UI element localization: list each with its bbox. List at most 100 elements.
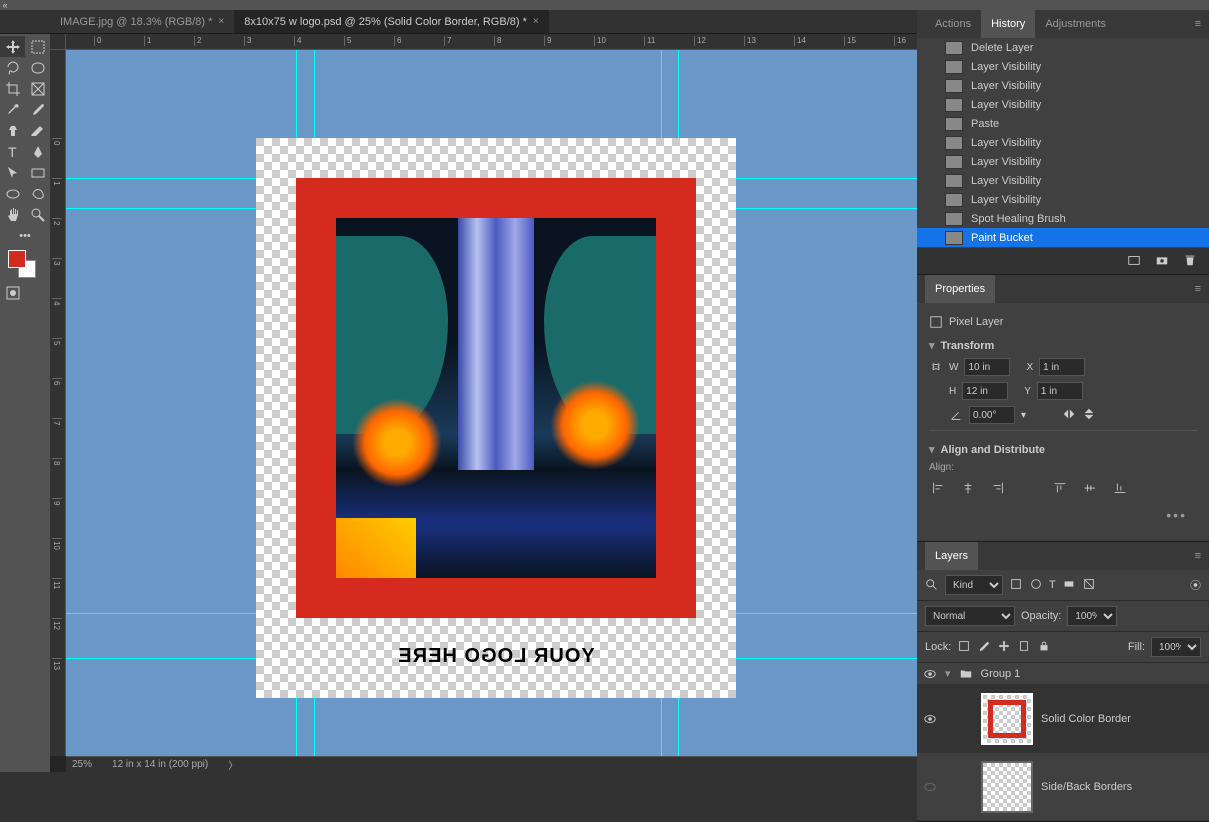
move-tool[interactable] — [0, 36, 25, 57]
filter-pixel-icon[interactable] — [1009, 577, 1023, 594]
pasteboard[interactable]: YOUR LOGO HERE — [66, 50, 917, 756]
eraser-tool[interactable] — [25, 120, 50, 141]
filter-type-icon[interactable]: T — [1049, 579, 1056, 591]
close-icon[interactable]: × — [218, 16, 224, 27]
visibility-icon[interactable] — [923, 780, 937, 794]
flip-vertical-icon[interactable] — [1082, 407, 1096, 424]
chevron-down-icon[interactable] — [929, 339, 935, 352]
frame-tool[interactable] — [25, 78, 50, 99]
edit-toolbar[interactable]: ••• — [0, 225, 50, 246]
vertical-ruler[interactable]: 01 23 45 67 89 1011 1213 — [50, 50, 66, 756]
filter-adjust-icon[interactable] — [1029, 577, 1043, 594]
close-icon[interactable]: × — [533, 16, 539, 27]
tab-layers[interactable]: Layers — [925, 542, 978, 570]
filter-kind-select[interactable]: Kind — [945, 575, 1003, 595]
history-item[interactable]: Spot Healing Brush — [917, 209, 1209, 228]
clone-tool[interactable] — [0, 120, 25, 141]
layer-group[interactable]: Group 1 — [917, 663, 1209, 685]
y-input[interactable] — [1037, 382, 1083, 400]
layer-thumbnail[interactable] — [981, 761, 1033, 813]
history-item[interactable]: Layer Visibility — [917, 190, 1209, 209]
pen-tool[interactable] — [25, 141, 50, 162]
history-item[interactable]: Layer Visibility — [917, 152, 1209, 171]
history-item[interactable]: Paste — [917, 114, 1209, 133]
align-center-v-icon[interactable] — [1081, 479, 1099, 497]
document-info[interactable]: 12 in x 14 in (200 ppi) — [112, 759, 208, 770]
quick-mask-tool[interactable] — [0, 282, 25, 303]
panel-menu-icon[interactable]: ≡ — [1187, 550, 1209, 562]
tab-actions[interactable]: Actions — [925, 10, 981, 38]
layer-row[interactable]: Side/Back Borders — [917, 753, 1209, 821]
tab-image-jpg[interactable]: IMAGE.jpg @ 18.3% (RGB/8) * × — [50, 10, 234, 33]
link-icon[interactable] — [929, 360, 943, 374]
more-options-icon[interactable]: ••• — [929, 503, 1197, 527]
panel-menu-icon[interactable]: ≡ — [1187, 18, 1209, 30]
hand-tool[interactable] — [0, 204, 25, 225]
visibility-icon[interactable] — [923, 667, 937, 681]
align-right-icon[interactable] — [989, 479, 1007, 497]
foreground-color[interactable] — [8, 250, 26, 268]
height-input[interactable] — [962, 382, 1008, 400]
marquee-tool[interactable] — [25, 36, 50, 57]
lock-artboard-icon[interactable] — [1017, 639, 1031, 656]
eyedropper-tool[interactable] — [0, 99, 25, 120]
history-item-current[interactable]: Paint Bucket — [917, 228, 1209, 247]
history-item[interactable]: Layer Visibility — [917, 57, 1209, 76]
camera-icon[interactable] — [1155, 253, 1169, 270]
x-input[interactable] — [1039, 358, 1085, 376]
zoom-tool[interactable] — [25, 204, 50, 225]
tab-adjustments[interactable]: Adjustments — [1035, 10, 1116, 38]
lock-image-icon[interactable] — [977, 639, 991, 656]
angle-input[interactable] — [969, 406, 1015, 424]
align-left-icon[interactable] — [929, 479, 947, 497]
align-center-h-icon[interactable] — [959, 479, 977, 497]
chevron-down-icon[interactable] — [945, 667, 951, 680]
layer-row[interactable]: Solid Color Border — [917, 685, 1209, 753]
rectangle-tool[interactable] — [25, 162, 50, 183]
flip-horizontal-icon[interactable] — [1062, 407, 1076, 424]
visibility-icon[interactable] — [923, 712, 937, 726]
align-top-icon[interactable] — [1051, 479, 1069, 497]
history-item[interactable]: Layer Visibility — [917, 171, 1209, 190]
info-chevron-icon[interactable]: 〉 — [228, 757, 238, 772]
tab-properties[interactable]: Properties — [925, 275, 995, 303]
search-icon[interactable] — [925, 578, 939, 592]
ruler-origin[interactable] — [50, 34, 66, 50]
align-bottom-icon[interactable] — [1111, 479, 1129, 497]
custom-shape-tool[interactable] — [25, 183, 50, 204]
tab-logo-psd[interactable]: 8x10x75 w logo.psd @ 25% (Solid Color Bo… — [234, 10, 548, 33]
tab-history[interactable]: History — [981, 10, 1035, 38]
width-input[interactable] — [964, 358, 1010, 376]
filter-smart-icon[interactable] — [1082, 577, 1096, 594]
lock-all-icon[interactable] — [1037, 639, 1051, 656]
panel-menu-icon[interactable]: ≡ — [1187, 283, 1209, 295]
blend-mode-select[interactable]: Normal — [925, 606, 1015, 626]
color-swatches[interactable] — [0, 246, 50, 282]
brush-tool[interactable] — [25, 99, 50, 120]
type-tool[interactable]: T — [0, 141, 25, 162]
history-item[interactable]: Layer Visibility — [917, 95, 1209, 114]
filter-shape-icon[interactable] — [1062, 577, 1076, 594]
horizontal-ruler[interactable]: 01 23 45 67 89 1011 1213 1415 16 — [66, 34, 917, 50]
history-item[interactable]: Delete Layer — [917, 38, 1209, 57]
history-item[interactable]: Layer Visibility — [917, 76, 1209, 95]
history-item[interactable]: Layer Visibility — [917, 133, 1209, 152]
crop-tool[interactable] — [0, 78, 25, 99]
lock-transparency-icon[interactable] — [957, 639, 971, 656]
angle-dropdown-icon[interactable]: ▾ — [1021, 410, 1026, 421]
chevron-down-icon[interactable] — [929, 443, 935, 456]
opacity-select[interactable]: 100% — [1067, 606, 1117, 626]
path-select-tool[interactable] — [0, 162, 25, 183]
selection-tool[interactable] — [25, 57, 50, 78]
lock-position-icon[interactable] — [997, 639, 1011, 656]
lasso-tool[interactable] — [0, 57, 25, 78]
new-snapshot-icon[interactable] — [1127, 253, 1141, 270]
collapse-chevron-icon[interactable]: « — [0, 0, 10, 10]
ellipse-tool[interactable] — [0, 183, 25, 204]
filter-toggle-icon[interactable]: ⦿ — [1190, 577, 1201, 593]
zoom-level[interactable]: 25% — [72, 759, 92, 770]
layer-thumbnail[interactable] — [981, 693, 1033, 745]
delete-icon[interactable] — [1183, 253, 1197, 270]
fill-select[interactable]: 100% — [1151, 637, 1201, 657]
artboard[interactable]: YOUR LOGO HERE — [256, 138, 736, 698]
